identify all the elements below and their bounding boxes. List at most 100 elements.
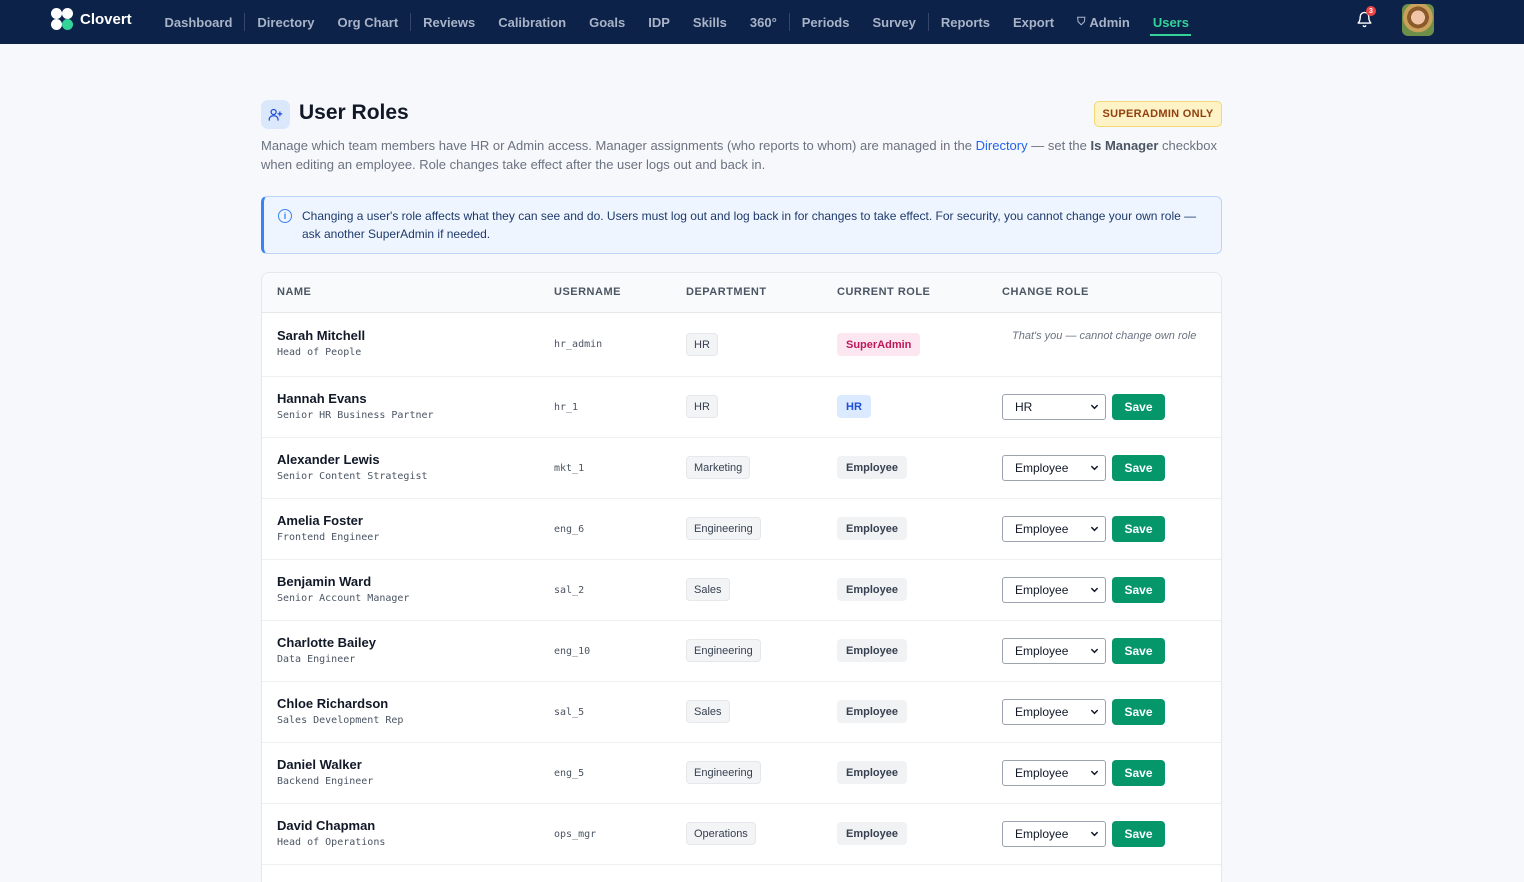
brand[interactable]: Clovert	[50, 7, 132, 31]
nav-goals[interactable]: Goals	[578, 0, 637, 44]
role-select[interactable]: Employee	[1002, 760, 1106, 786]
department-badge: Engineering	[686, 639, 761, 662]
nav-admin[interactable]: ⛉ Admin	[1066, 0, 1142, 44]
role-select[interactable]: HR	[1002, 394, 1106, 420]
user-name: Amelia Foster	[277, 513, 363, 528]
user-username: sal_2	[554, 585, 585, 596]
user-username: sal_5	[554, 707, 585, 718]
role-badge: Employee	[837, 639, 907, 662]
nav-idp[interactable]: IDP	[637, 0, 682, 44]
table-row: David Chapman Head of Operations ops_mgr…	[262, 804, 1221, 865]
user-plus-icon	[261, 100, 290, 129]
role-select-value: Employee	[1015, 461, 1069, 475]
nav-users[interactable]: Users	[1141, 0, 1200, 44]
nav-directory[interactable]: Directory	[246, 0, 326, 44]
role-select[interactable]: Employee	[1002, 455, 1106, 481]
nav-360[interactable]: 360°	[738, 0, 788, 44]
user-roles-table: NAME USERNAME DEPARTMENT CURRENT ROLE CH…	[261, 272, 1222, 882]
nav-survey[interactable]: Survey	[861, 0, 927, 44]
department-badge: Marketing	[686, 456, 751, 479]
nav-dashboard[interactable]: Dashboard	[153, 0, 244, 44]
info-alert: i Changing a user's role affects what th…	[261, 196, 1222, 254]
user-username: eng_6	[554, 524, 585, 535]
role-select-value: HR	[1015, 400, 1033, 414]
description-text: — set the	[1027, 138, 1091, 153]
department-badge: Engineering	[686, 517, 761, 540]
user-job-title: Sales Development Rep	[277, 715, 404, 726]
info-alert-text: Changing a user's role affects what they…	[302, 209, 1197, 241]
brand-name: Clovert	[80, 10, 132, 28]
user-job-title: Backend Engineer	[277, 776, 374, 787]
superadmin-only-badge: SUPERADMIN ONLY	[1094, 101, 1222, 127]
nav-calibration[interactable]: Calibration	[487, 0, 578, 44]
user-job-title: Senior Account Manager	[277, 593, 410, 604]
role-select[interactable]: Employee	[1002, 699, 1106, 725]
role-badge: Employee	[837, 700, 907, 723]
save-role-button[interactable]: Save	[1112, 821, 1165, 847]
user-job-title: Senior Content Strategist	[277, 471, 428, 482]
role-select[interactable]: Employee	[1002, 577, 1106, 603]
user-job-title: Data Engineer	[277, 654, 356, 665]
role-badge: Employee	[837, 456, 907, 479]
user-username: hr_1	[554, 402, 579, 413]
user-job-title: Head of People	[277, 347, 362, 358]
role-badge: Employee	[837, 822, 907, 845]
nav-skills[interactable]: Skills	[681, 0, 738, 44]
notifications-button[interactable]: 3	[1356, 6, 1376, 31]
user-name: Sarah Mitchell	[277, 328, 366, 343]
chevron-down-icon	[1090, 648, 1099, 654]
role-select-value: Employee	[1015, 644, 1069, 658]
nav-reviews[interactable]: Reviews	[412, 0, 487, 44]
chevron-down-icon	[1090, 831, 1099, 837]
role-select[interactable]: Employee	[1002, 516, 1106, 542]
user-username: hr_admin	[554, 339, 603, 350]
department-badge: Sales	[686, 700, 730, 723]
user-username: eng_5	[554, 768, 585, 779]
user-avatar[interactable]	[1402, 4, 1434, 36]
user-name: David Chapman	[277, 818, 376, 833]
top-navigation: Clovert Dashboard Directory Org Chart Re…	[0, 0, 1524, 44]
save-role-button[interactable]: Save	[1112, 638, 1165, 664]
role-select-value: Employee	[1015, 766, 1069, 780]
table-row: Daniel Walker Backend Engineer eng_5 Eng…	[262, 743, 1221, 804]
role-select-value: Employee	[1015, 583, 1069, 597]
table-row: Charlotte Bailey Data Engineer eng_10 En…	[262, 621, 1221, 682]
role-select[interactable]: Employee	[1002, 821, 1106, 847]
user-name: Daniel Walker	[277, 757, 362, 772]
user-name: Charlotte Bailey	[277, 635, 376, 650]
table-row: Alexander Lewis Senior Content Strategis…	[262, 438, 1221, 499]
header-username: USERNAME	[554, 286, 621, 298]
clover-logo-icon	[50, 7, 74, 31]
chevron-down-icon	[1090, 709, 1099, 715]
nav-periods[interactable]: Periods	[790, 0, 861, 44]
user-name: Hannah Evans	[277, 391, 367, 406]
save-role-button[interactable]: Save	[1112, 516, 1165, 542]
table-row: Sarah Mitchell Head of People hr_admin H…	[262, 313, 1221, 377]
description-text: Manage which team members have HR or Adm…	[261, 138, 976, 153]
role-select-value: Employee	[1015, 705, 1069, 719]
save-role-button[interactable]: Save	[1112, 394, 1165, 420]
save-role-button[interactable]: Save	[1112, 699, 1165, 725]
save-role-button[interactable]: Save	[1112, 760, 1165, 786]
nav-reports[interactable]: Reports	[929, 0, 1001, 44]
directory-link[interactable]: Directory	[976, 138, 1028, 153]
role-badge: Employee	[837, 517, 907, 540]
page-title: User Roles	[299, 101, 409, 124]
user-job-title: Head of Operations	[277, 837, 386, 848]
nav-org-chart[interactable]: Org Chart	[326, 0, 410, 44]
department-badge: HR	[686, 395, 718, 418]
save-role-button[interactable]: Save	[1112, 577, 1165, 603]
user-name: Alexander Lewis	[277, 452, 380, 467]
department-badge: Sales	[686, 578, 730, 601]
save-role-button[interactable]: Save	[1112, 455, 1165, 481]
user-job-title: Frontend Engineer	[277, 532, 380, 543]
page-description: Manage which team members have HR or Adm…	[261, 136, 1221, 174]
role-badge: Employee	[837, 761, 907, 784]
table-row: Chloe Richardson Sales Development Rep s…	[262, 682, 1221, 743]
nav-links: Dashboard Directory Org Chart Reviews Ca…	[153, 0, 1200, 44]
nav-admin-label: Admin	[1089, 14, 1130, 30]
user-username: mkt_1	[554, 463, 585, 474]
department-badge: Engineering	[686, 761, 761, 784]
role-select[interactable]: Employee	[1002, 638, 1106, 664]
nav-export[interactable]: Export	[1001, 0, 1065, 44]
